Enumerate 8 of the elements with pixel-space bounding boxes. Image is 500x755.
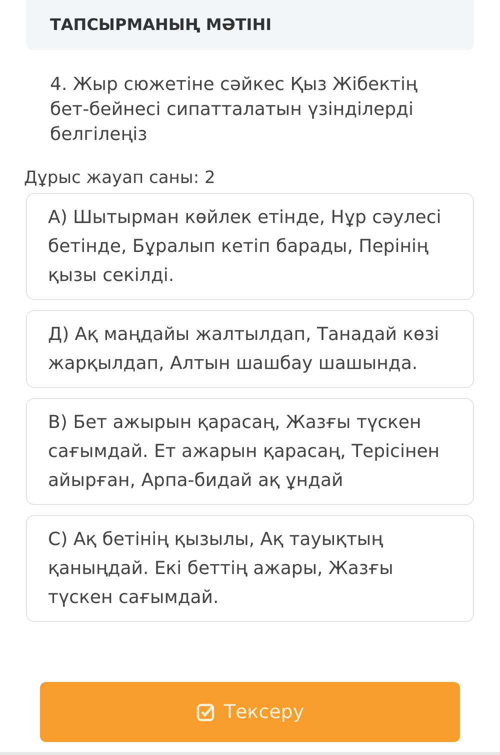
question-text: 4. Жыр сюжетіне сәйкес Қыз Жібектің бет-бейнесі сипатталатын үзінділерді белгілеңіз (50, 73, 418, 147)
checkbox-icon (196, 702, 216, 722)
answer-option[interactable]: С) Ақ бетінің қызылы, Ақ тауықтың қаныңдай. Екі беттің ажары, Жазғы түскен сағымдай. (26, 515, 474, 622)
answer-option[interactable]: В) Бет ажырын қарасаң, Жазғы түскен сағымдай. Ет ажарын қарасаң, Терісінен айырған, Арпа-бидай ақ ұндай (26, 398, 474, 505)
answer-option[interactable]: А) Шытырман көйлек етінде, Нұр сәулесі бетінде, Бұралып кетіп барады, Перінің қызы секілді. (26, 193, 474, 300)
section-title: ТАПСЫРМАНЫҢ МӘТІНІ (50, 14, 272, 36)
answer-count: Дұрыс жауап саны: 2 (24, 167, 216, 189)
answer-option[interactable]: Д) Ақ маңдайы жалтылдап, Танадай көзі жарқылдап, Алтын шашбау шашында. (26, 310, 474, 388)
